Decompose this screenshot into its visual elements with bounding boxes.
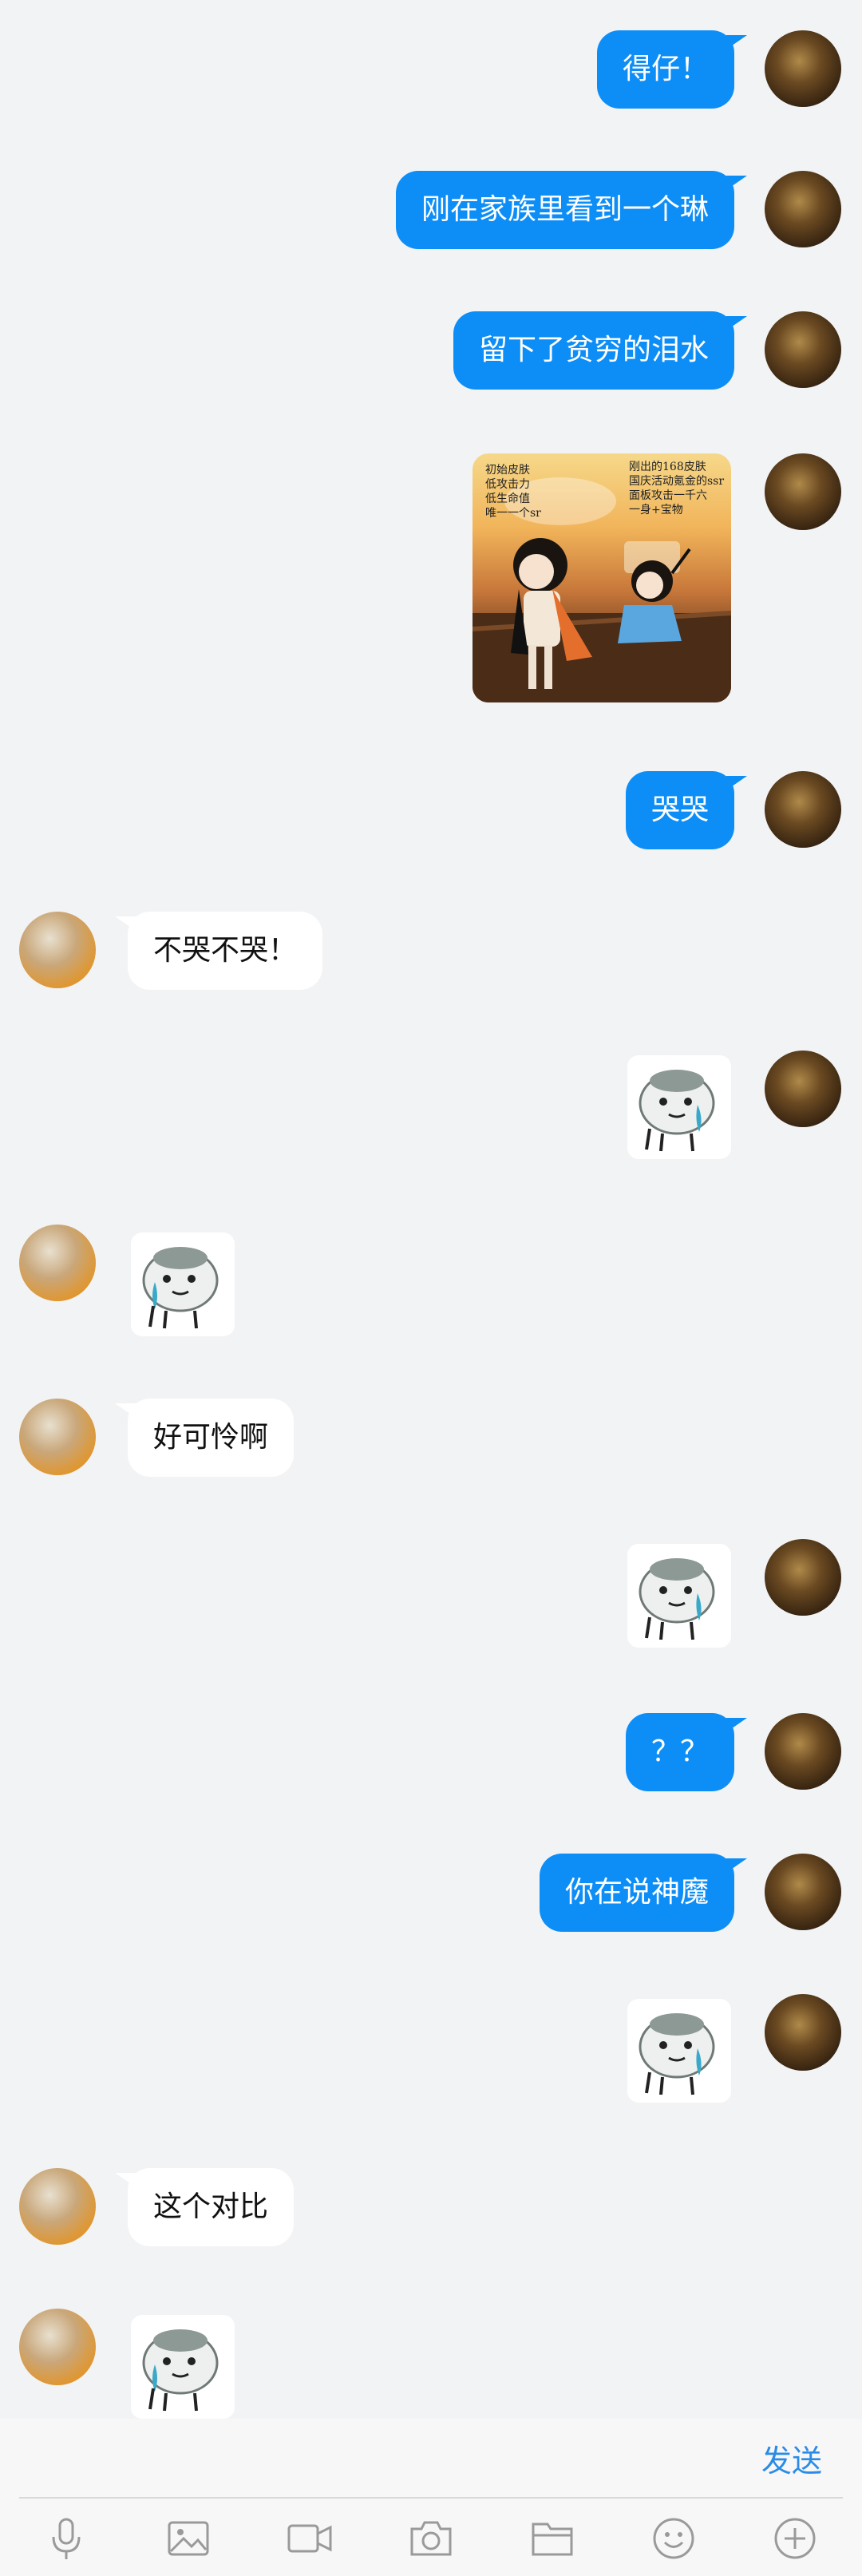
video-icon[interactable]	[286, 2515, 334, 2562]
message-text: 刚在家族里看到一个琳	[421, 193, 709, 226]
my-avatar[interactable]	[765, 1051, 841, 1127]
my-avatar[interactable]	[765, 453, 841, 530]
message-text: 得仔！	[622, 53, 709, 85]
image-caption-left: 初始皮肤 低攻击力 低生命值 唯一一个sr	[485, 464, 541, 520]
message-bubble[interactable]: 得仔！	[596, 30, 748, 109]
contact-avatar[interactable]	[19, 2309, 96, 2385]
message-text: 留下了贫穷的泪水	[478, 334, 709, 366]
message-bubble[interactable]: 不哭不哭！	[114, 912, 323, 990]
hamster-sticker-art	[142, 1247, 219, 1329]
send-button[interactable]: 发送	[761, 2436, 822, 2480]
plus-icon[interactable]	[771, 2515, 819, 2562]
hamster-crying-sticker[interactable]	[131, 2315, 235, 2419]
hamster-crying-sticker[interactable]	[627, 1544, 731, 1648]
my-avatar[interactable]	[765, 171, 841, 247]
my-avatar[interactable]	[765, 311, 841, 388]
message-text: 哭哭	[650, 793, 709, 826]
contact-avatar[interactable]	[19, 1225, 96, 1301]
my-avatar[interactable]	[765, 1713, 841, 1790]
hamster-sticker-art	[639, 1070, 715, 1152]
my-avatar[interactable]	[765, 1854, 841, 1930]
shared-image[interactable]: 初始皮肤 低攻击力 低生命值 唯一一个sr 刚出的168皮肤 国庆活动氪金的ss…	[473, 453, 731, 702]
hamster-crying-sticker[interactable]	[627, 1999, 731, 2103]
folder-icon[interactable]	[528, 2515, 576, 2562]
message-input[interactable]	[24, 2433, 726, 2484]
message-text: 好可怜啊	[153, 1421, 269, 1454]
contact-avatar[interactable]	[19, 912, 96, 988]
message-text: ？？	[650, 1735, 709, 1768]
message-composer: 发送	[0, 2419, 862, 2499]
image-caption-right: 刚出的168皮肤 国庆活动氪金的ssr 面板攻击一千六 一身+宝物	[629, 461, 725, 516]
my-avatar[interactable]	[765, 1539, 841, 1616]
message-bubble[interactable]: 刚在家族里看到一个琳	[395, 171, 748, 249]
my-avatar[interactable]	[765, 1994, 841, 2071]
input-toolbar	[0, 2499, 862, 2576]
hamster-sticker-art	[639, 2013, 715, 2095]
message-bubble[interactable]: 好可怜啊	[114, 1399, 295, 1477]
message-bubble[interactable]: 哭哭	[625, 771, 748, 849]
message-text: 这个对比	[153, 2190, 269, 2223]
message-bubble[interactable]: ？？	[625, 1713, 748, 1791]
message-bubble[interactable]: 这个对比	[114, 2168, 295, 2246]
microphone-icon[interactable]	[42, 2515, 90, 2562]
chat-area: 得仔！ 刚在家族里看到一个琳 留下了贫穷的泪水 初始皮肤 低攻击力 低生命值 唯…	[0, 0, 862, 2419]
hamster-sticker-art	[142, 2329, 219, 2412]
hamster-crying-sticker[interactable]	[627, 1055, 731, 1159]
image-icon[interactable]	[164, 2515, 212, 2562]
camera-icon[interactable]	[407, 2515, 455, 2562]
hamster-crying-sticker[interactable]	[131, 1233, 235, 1336]
emoji-icon[interactable]	[650, 2515, 698, 2562]
my-avatar[interactable]	[765, 771, 841, 848]
hamster-sticker-art	[639, 1558, 715, 1640]
message-bubble[interactable]: 你在说神魔	[539, 1854, 748, 1932]
message-text: 不哭不哭！	[153, 934, 298, 967]
contact-avatar[interactable]	[19, 1399, 96, 1475]
message-bubble[interactable]: 留下了贫穷的泪水	[453, 311, 748, 390]
my-avatar[interactable]	[765, 30, 841, 107]
message-text: 你在说神魔	[564, 1876, 709, 1909]
contact-avatar[interactable]	[19, 2168, 96, 2245]
